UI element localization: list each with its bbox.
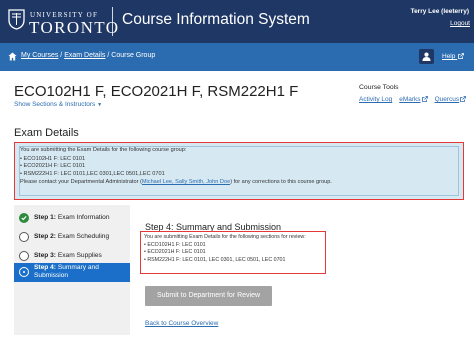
step-4[interactable]: Step 4: Summary and Submission [14, 263, 130, 282]
exam-details-heading: Exam Details [14, 127, 79, 139]
step-2[interactable]: Step 2: Exam Scheduling [14, 228, 130, 246]
external-link-icon [460, 96, 467, 102]
review-section-list: ECO102H1 F: LEC 0101 ECO2021H F: LEC 010… [144, 242, 306, 264]
contact-note: Please contact your Departmental Adminis… [20, 179, 332, 187]
list-item: ECO2021H F: LEC 0101 [20, 163, 332, 171]
breadcrumb: My Courses / Exam Details / Course Group [21, 52, 155, 59]
list-item: ECO102H1 F: LEC 0101 [144, 242, 306, 249]
step-label: Step 2: Exam Scheduling [34, 233, 110, 240]
list-item: RSM222H1 F: LEC 0101,LEC 0301,LEC 0501,L… [20, 171, 332, 179]
help-label: Help [442, 53, 456, 60]
radio-circle-icon [19, 251, 29, 261]
user-icon [422, 52, 431, 61]
help-link[interactable]: Help [442, 53, 465, 60]
app-title: Course Information System [122, 11, 310, 28]
user-menu-button[interactable] [419, 49, 434, 64]
list-item: RSM222H1 F: LEC 0101, LEC 0301, LEC 0501… [144, 257, 306, 264]
home-icon[interactable] [8, 52, 17, 61]
steps-sidebar: Step 1: Exam Information Step 2: Exam Sc… [14, 205, 130, 335]
emarks-link[interactable]: eMarks [399, 96, 428, 103]
logo-toronto: TORONTO [29, 18, 120, 37]
course-group-list: ECO102H1 F: LEC 0101 ECO2021H F: LEC 010… [20, 156, 332, 179]
admin-contact-links[interactable]: Michael Lee, Sally Smith, John Doe [142, 179, 230, 185]
review-intro: You are submitting Exam Details for the … [144, 234, 306, 240]
external-link-icon [421, 96, 428, 102]
review-sections-text: You are submitting Exam Details for the … [144, 234, 306, 264]
university-logo[interactable]: UNIVERSITY OF TORONTO [8, 9, 118, 36]
course-group-info-box: You are submitting the Exam Details for … [14, 142, 464, 200]
course-group-info-text: You are submitting the Exam Details for … [20, 147, 332, 187]
back-to-course-overview-link[interactable]: Back to Course Overview [145, 320, 218, 327]
course-tools-links: Activity Log eMarks Quercus [359, 96, 467, 103]
crest-icon [8, 9, 25, 30]
contact-prefix: Please contact your Departmental Adminis… [20, 179, 142, 186]
quercus-label: Quercus [434, 96, 460, 103]
emarks-label: eMarks [399, 96, 421, 103]
contact-suffix: ) for any corrections to this course gro… [230, 179, 332, 186]
step-label: Step 4: Summary and Submission [34, 264, 99, 279]
step-label: Step 1: Exam Information [34, 214, 110, 221]
user-name: Terry Lee (leeterry) [410, 8, 469, 15]
external-link-icon [458, 53, 465, 59]
show-sections-label: Show Sections & Instructors [14, 101, 96, 108]
caret-down-icon: ▼ [97, 102, 103, 108]
info-intro: You are submitting the Exam Details for … [20, 147, 187, 153]
quercus-link[interactable]: Quercus [435, 96, 467, 103]
step-label: Step 3: Exam Supplies [34, 252, 102, 259]
submit-to-department-button[interactable]: Submit to Department for Review [145, 286, 272, 306]
list-item: ECO2021H F: LEC 0101 [144, 249, 306, 256]
list-item: ECO102H1 F: LEC 0101 [20, 156, 332, 164]
step-1[interactable]: Step 1: Exam Information [14, 209, 130, 227]
logout-link[interactable]: Logout [450, 20, 470, 27]
app-header: UNIVERSITY OF TORONTO Course Information… [0, 0, 474, 43]
breadcrumb-current: Course Group [111, 52, 156, 59]
breadcrumb-my-courses[interactable]: My Courses [21, 52, 58, 59]
show-sections-toggle[interactable]: Show Sections & Instructors ▼ [14, 101, 102, 108]
check-circle-icon [19, 213, 29, 223]
page-title: ECO102H1 F, ECO2021H F, RSM222H1 F [14, 83, 299, 100]
review-sections-box: You are submitting Exam Details for the … [140, 231, 326, 274]
course-tools-title: Course Tools [359, 84, 399, 91]
active-step-icon [19, 267, 29, 277]
header-divider [112, 7, 113, 36]
radio-circle-icon [19, 232, 29, 242]
nav-bar: My Courses / Exam Details / Course Group… [0, 43, 474, 71]
breadcrumb-exam-details[interactable]: Exam Details [64, 52, 105, 59]
activity-log-link[interactable]: Activity Log [359, 96, 392, 103]
